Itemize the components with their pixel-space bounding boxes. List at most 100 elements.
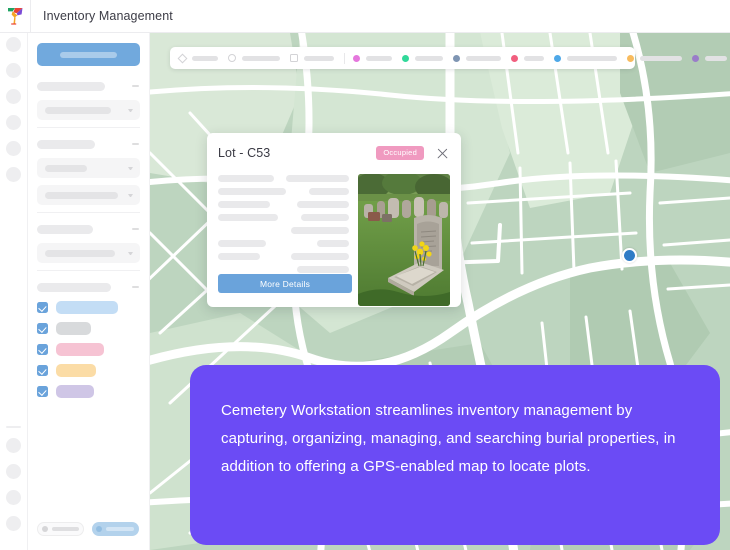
rail-icon-2[interactable] bbox=[6, 63, 21, 78]
sidebar-legend-label bbox=[37, 282, 111, 292]
close-icon[interactable] bbox=[435, 146, 450, 161]
shape-filter-square-label bbox=[303, 55, 334, 61]
chevron-down-icon bbox=[128, 251, 133, 255]
shape-filter-diamond[interactable] bbox=[177, 53, 218, 63]
sidebar-primary-button-label bbox=[59, 51, 118, 58]
shape-filter-circle-label bbox=[242, 55, 280, 61]
color-filter-4[interactable] bbox=[510, 54, 544, 62]
app-header: Inventory Management bbox=[0, 0, 730, 33]
color-filter-3-label bbox=[465, 55, 501, 61]
color-swatch-pink-icon bbox=[510, 54, 518, 62]
rail-icon-7[interactable] bbox=[6, 438, 21, 453]
list-item[interactable] bbox=[37, 343, 140, 356]
rail-icon-6[interactable] bbox=[6, 167, 21, 182]
sidebar-secondary-button[interactable] bbox=[37, 522, 84, 536]
minus-icon[interactable] bbox=[132, 85, 139, 87]
toolbar-divider bbox=[343, 52, 345, 64]
shape-filter-square[interactable] bbox=[290, 54, 334, 62]
lot-popup-header: Lot - C53 Occupied bbox=[218, 144, 450, 162]
sidebar-section-1-header[interactable] bbox=[37, 79, 140, 93]
sidebar-field-2-value bbox=[45, 164, 87, 172]
skeleton-line bbox=[317, 240, 349, 247]
minus-icon[interactable] bbox=[132, 143, 139, 145]
sidebar-field-3-value bbox=[45, 191, 118, 199]
sidebar-panel bbox=[27, 33, 150, 550]
color-filter-3[interactable] bbox=[452, 54, 501, 62]
legend-checkbox-2[interactable] bbox=[37, 323, 48, 334]
color-swatch-amber-icon bbox=[626, 54, 634, 62]
lot-detail-popup: Lot - C53 Occupied More Details bbox=[207, 133, 461, 307]
hummingbird-logo-icon bbox=[7, 8, 22, 25]
color-swatch-green-icon bbox=[401, 54, 409, 62]
sidebar-field-4[interactable] bbox=[37, 243, 140, 263]
color-filter-6[interactable] bbox=[626, 54, 682, 62]
skeleton-line bbox=[297, 201, 349, 208]
legend-label-1 bbox=[56, 301, 118, 314]
color-filter-6-label bbox=[639, 55, 682, 61]
color-filter-1-label bbox=[365, 55, 392, 61]
color-swatch-magenta-icon bbox=[352, 54, 360, 62]
color-swatch-blue-icon bbox=[553, 54, 561, 62]
skeleton-line bbox=[297, 266, 349, 273]
diamond-outline-icon bbox=[177, 53, 188, 63]
list-item[interactable] bbox=[37, 322, 140, 335]
chevron-down-icon bbox=[128, 108, 133, 112]
skeleton-line bbox=[218, 253, 260, 260]
list-item[interactable] bbox=[37, 301, 140, 314]
legend-checkbox-5[interactable] bbox=[37, 386, 48, 397]
description-banner: Cemetery Workstation streamlines invento… bbox=[190, 365, 720, 545]
sidebar-divider-3 bbox=[37, 270, 140, 271]
color-filter-7-label bbox=[704, 55, 727, 61]
color-filter-7[interactable] bbox=[691, 54, 727, 62]
status-badge: Occupied bbox=[376, 146, 424, 160]
skeleton-line bbox=[291, 227, 349, 234]
rail-icon-10[interactable] bbox=[6, 516, 21, 531]
more-details-button[interactable]: More Details bbox=[218, 274, 352, 293]
legend-checkbox-4[interactable] bbox=[37, 365, 48, 376]
color-filter-2[interactable] bbox=[401, 54, 443, 62]
sidebar-field-2[interactable] bbox=[37, 158, 140, 178]
app-logo[interactable] bbox=[0, 0, 30, 33]
chevron-down-icon bbox=[128, 193, 133, 197]
rail-icon-5[interactable] bbox=[6, 141, 21, 156]
sidebar-primary-button[interactable] bbox=[37, 43, 140, 66]
color-filter-1[interactable] bbox=[352, 54, 392, 62]
rail-icon-3[interactable] bbox=[6, 89, 21, 104]
color-filter-5[interactable] bbox=[553, 54, 617, 62]
lot-title: Lot - C53 bbox=[218, 146, 271, 160]
sidebar-field-1-value bbox=[45, 106, 111, 114]
sidebar-section-2-header[interactable] bbox=[37, 137, 140, 151]
sidebar-apply-button-icon bbox=[96, 526, 102, 532]
rail-icon-9[interactable] bbox=[6, 490, 21, 505]
list-item[interactable] bbox=[37, 385, 140, 398]
skeleton-line bbox=[286, 175, 349, 182]
rail-icon-4[interactable] bbox=[6, 115, 21, 130]
skeleton-line bbox=[218, 175, 274, 182]
sidebar-section-3-label bbox=[37, 224, 93, 234]
sidebar-legend-header[interactable] bbox=[37, 280, 140, 294]
sidebar-field-3[interactable] bbox=[37, 185, 140, 205]
sidebar-divider-2 bbox=[37, 212, 140, 213]
sidebar-apply-button[interactable] bbox=[92, 522, 139, 536]
sidebar-section-3-header[interactable] bbox=[37, 222, 140, 236]
minus-icon[interactable] bbox=[132, 228, 139, 230]
rail-icon-1[interactable] bbox=[6, 37, 21, 52]
list-item[interactable] bbox=[37, 364, 140, 377]
rail-icon-8[interactable] bbox=[6, 464, 21, 479]
map-filter-toolbar bbox=[170, 47, 727, 69]
legend-checkbox-1[interactable] bbox=[37, 302, 48, 313]
skeleton-line bbox=[301, 214, 349, 221]
circle-outline-icon bbox=[228, 54, 236, 62]
color-filter-2-label bbox=[414, 55, 443, 61]
legend-label-5 bbox=[56, 385, 94, 398]
shape-filter-circle[interactable] bbox=[228, 54, 280, 62]
skeleton-line bbox=[218, 214, 278, 221]
sidebar-field-1[interactable] bbox=[37, 100, 140, 120]
location-marker-icon[interactable] bbox=[622, 248, 637, 263]
minus-icon[interactable] bbox=[132, 286, 139, 288]
legend-label-3 bbox=[56, 343, 104, 356]
color-filter-4-label bbox=[523, 55, 544, 61]
sidebar-apply-button-label bbox=[106, 527, 134, 531]
sidebar-footer bbox=[37, 522, 140, 536]
legend-checkbox-3[interactable] bbox=[37, 344, 48, 355]
